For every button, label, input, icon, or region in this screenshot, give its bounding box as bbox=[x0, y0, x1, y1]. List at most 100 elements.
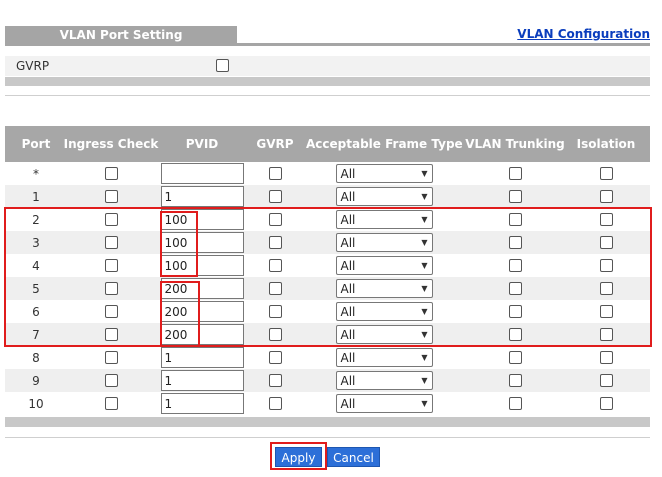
ingress-check-checkbox[interactable] bbox=[104, 351, 118, 364]
isolation-cell bbox=[571, 208, 641, 231]
pvid-input[interactable]: 1 bbox=[160, 393, 244, 414]
isolation-checkbox[interactable] bbox=[599, 259, 613, 272]
pvid-input[interactable]: 1 bbox=[160, 347, 244, 368]
isolation-checkbox[interactable] bbox=[599, 328, 613, 341]
frame-type-value: All bbox=[340, 396, 356, 411]
vlan-trunking-checkbox[interactable] bbox=[508, 305, 522, 318]
frame-type-select[interactable]: All ▼ bbox=[335, 187, 433, 206]
ingress-check-checkbox[interactable] bbox=[104, 328, 118, 341]
isolation-checkbox[interactable] bbox=[599, 190, 613, 203]
gvrp-checkbox[interactable] bbox=[268, 397, 282, 410]
vlan-trunking-checkbox[interactable] bbox=[508, 328, 522, 341]
port-cell: 9 bbox=[15, 369, 57, 392]
chevron-down-icon: ▼ bbox=[421, 215, 428, 224]
isolation-cell bbox=[571, 392, 641, 415]
isolation-checkbox[interactable] bbox=[599, 236, 613, 249]
gvrp-global-row: GVRP bbox=[5, 56, 650, 76]
vlan-trunking-cell bbox=[465, 231, 565, 254]
gvrp-checkbox[interactable] bbox=[268, 167, 282, 180]
col-frame-type-header: Acceptable Frame Type bbox=[306, 137, 463, 151]
frame-type-select[interactable]: All ▼ bbox=[335, 394, 433, 413]
ingress-check-checkbox[interactable] bbox=[104, 282, 118, 295]
frame-type-select[interactable]: All ▼ bbox=[335, 302, 433, 321]
isolation-cell bbox=[571, 254, 641, 277]
gvrp-checkbox[interactable] bbox=[268, 236, 282, 249]
isolation-checkbox[interactable] bbox=[599, 167, 613, 180]
isolation-checkbox[interactable] bbox=[599, 305, 613, 318]
vlan-configuration-link[interactable]: VLAN Configuration bbox=[517, 27, 650, 41]
frame-type-cell: All ▼ bbox=[306, 208, 462, 231]
gvrp-checkbox[interactable] bbox=[268, 259, 282, 272]
pvid-input[interactable]: 100 bbox=[160, 255, 244, 276]
frame-type-select[interactable]: All ▼ bbox=[335, 371, 433, 390]
ingress-check-checkbox[interactable] bbox=[104, 236, 118, 249]
ingress-check-checkbox[interactable] bbox=[104, 213, 118, 226]
gvrp-checkbox[interactable] bbox=[268, 351, 282, 364]
col-vlan-trunking-header: VLAN Trunking bbox=[465, 137, 565, 151]
vlan-trunking-checkbox[interactable] bbox=[508, 282, 522, 295]
ingress-check-checkbox[interactable] bbox=[104, 167, 118, 180]
isolation-checkbox[interactable] bbox=[599, 374, 613, 387]
frame-type-select[interactable]: All ▼ bbox=[335, 210, 433, 229]
ingress-check-checkbox[interactable] bbox=[104, 259, 118, 272]
frame-type-select[interactable]: All ▼ bbox=[335, 279, 433, 298]
gvrp-checkbox[interactable] bbox=[268, 282, 282, 295]
frame-type-select[interactable]: All ▼ bbox=[335, 348, 433, 367]
ingress-check-checkbox[interactable] bbox=[104, 305, 118, 318]
pvid-input[interactable]: 1 bbox=[160, 186, 244, 207]
frame-type-value: All bbox=[340, 350, 356, 365]
table-row: 5 200 All ▼ bbox=[5, 277, 650, 300]
chevron-down-icon: ▼ bbox=[421, 307, 428, 316]
frame-type-select[interactable]: All ▼ bbox=[335, 164, 433, 183]
ingress-check-cell bbox=[61, 231, 161, 254]
frame-type-value: All bbox=[340, 235, 356, 250]
gvrp-cell bbox=[250, 346, 300, 369]
gvrp-checkbox[interactable] bbox=[268, 374, 282, 387]
chevron-down-icon: ▼ bbox=[421, 330, 428, 339]
vlan-trunking-cell bbox=[465, 346, 565, 369]
ingress-check-checkbox[interactable] bbox=[104, 374, 118, 387]
isolation-checkbox[interactable] bbox=[599, 282, 613, 295]
gvrp-cell bbox=[250, 392, 300, 415]
table-row: 3 100 All ▼ bbox=[5, 231, 650, 254]
pvid-input[interactable] bbox=[160, 163, 244, 184]
isolation-cell bbox=[571, 300, 641, 323]
vlan-trunking-checkbox[interactable] bbox=[508, 190, 522, 203]
apply-button[interactable]: Apply bbox=[275, 447, 322, 467]
vlan-trunking-checkbox[interactable] bbox=[508, 167, 522, 180]
vlan-trunking-checkbox[interactable] bbox=[508, 236, 522, 249]
gvrp-global-checkbox[interactable] bbox=[216, 59, 229, 72]
ingress-check-checkbox[interactable] bbox=[104, 190, 118, 203]
pvid-input[interactable]: 100 bbox=[160, 209, 244, 230]
frame-type-cell: All ▼ bbox=[306, 254, 462, 277]
vlan-trunking-cell bbox=[465, 185, 565, 208]
frame-type-value: All bbox=[340, 281, 356, 296]
ingress-check-checkbox[interactable] bbox=[104, 397, 118, 410]
cancel-button[interactable]: Cancel bbox=[327, 447, 380, 467]
frame-type-select[interactable]: All ▼ bbox=[335, 256, 433, 275]
vlan-trunking-checkbox[interactable] bbox=[508, 397, 522, 410]
vlan-trunking-checkbox[interactable] bbox=[508, 351, 522, 364]
vlan-trunking-checkbox[interactable] bbox=[508, 374, 522, 387]
pvid-cell: 1 bbox=[160, 392, 244, 415]
frame-type-select[interactable]: All ▼ bbox=[335, 233, 433, 252]
pvid-input[interactable]: 200 bbox=[160, 278, 244, 299]
vlan-trunking-checkbox[interactable] bbox=[508, 259, 522, 272]
gvrp-checkbox[interactable] bbox=[268, 305, 282, 318]
pvid-input[interactable]: 200 bbox=[160, 324, 244, 345]
vlan-trunking-checkbox[interactable] bbox=[508, 213, 522, 226]
gvrp-checkbox[interactable] bbox=[268, 213, 282, 226]
pvid-cell: 100 bbox=[160, 231, 244, 254]
gvrp-checkbox[interactable] bbox=[268, 328, 282, 341]
isolation-checkbox[interactable] bbox=[599, 213, 613, 226]
pvid-cell: 200 bbox=[160, 277, 244, 300]
pvid-input[interactable]: 1 bbox=[160, 370, 244, 391]
isolation-checkbox[interactable] bbox=[599, 351, 613, 364]
pvid-input[interactable]: 200 bbox=[160, 301, 244, 322]
frame-type-select[interactable]: All ▼ bbox=[335, 325, 433, 344]
isolation-checkbox[interactable] bbox=[599, 397, 613, 410]
isolation-cell bbox=[571, 231, 641, 254]
frame-type-cell: All ▼ bbox=[306, 162, 462, 185]
gvrp-checkbox[interactable] bbox=[268, 190, 282, 203]
pvid-input[interactable]: 100 bbox=[160, 232, 244, 253]
